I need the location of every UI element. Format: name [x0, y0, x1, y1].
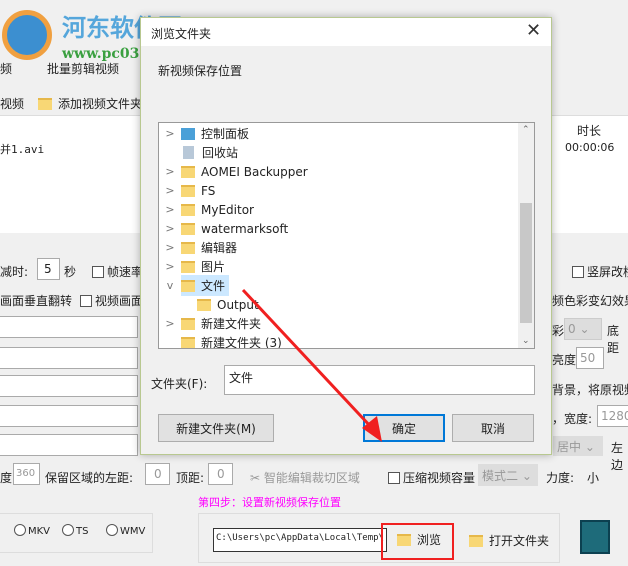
red-arrow-annotation — [241, 288, 382, 442]
